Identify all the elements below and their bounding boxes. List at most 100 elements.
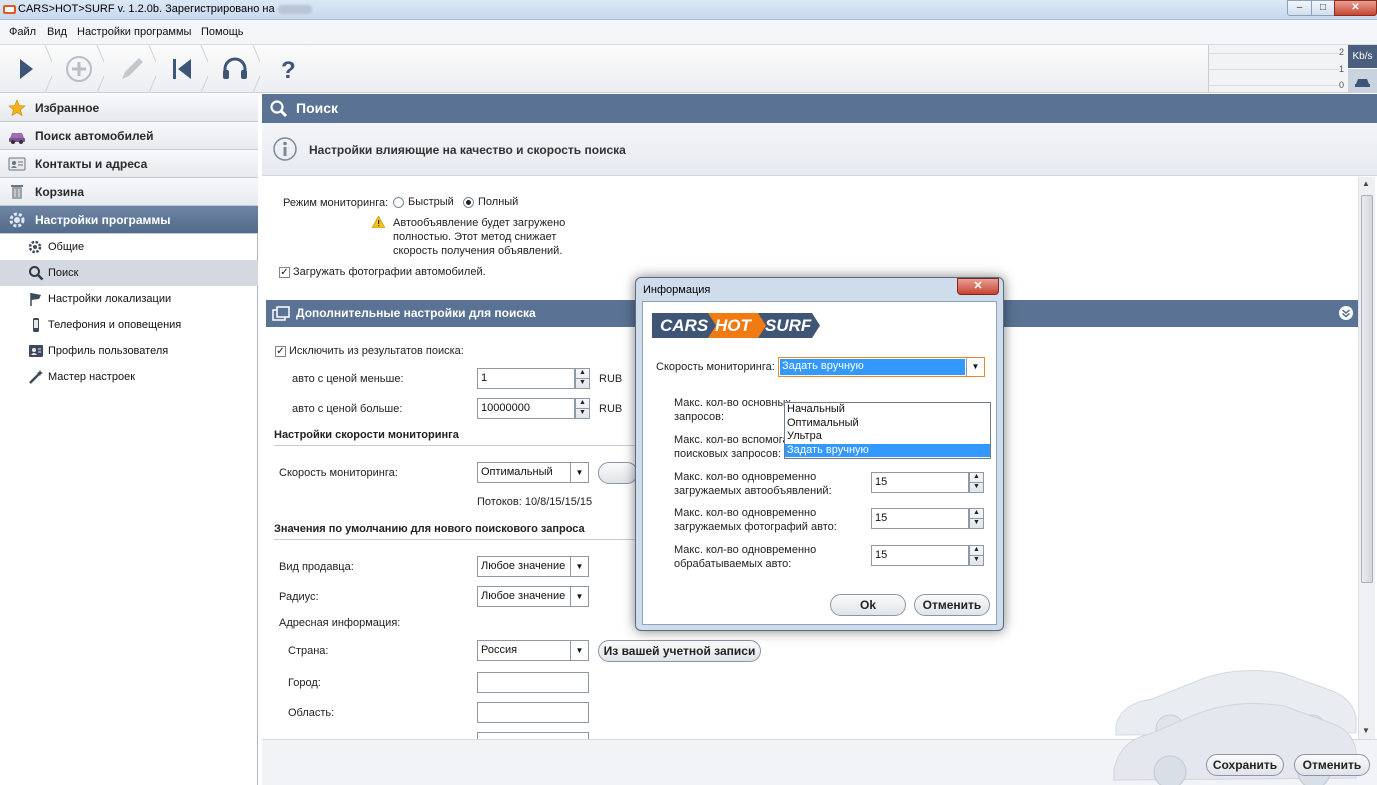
load-photos-label[interactable]: Загружать фотографии автомобилей. (293, 266, 486, 278)
seller-select[interactable]: Любое значение ▼ (477, 556, 589, 577)
speed-details-button[interactable] (598, 462, 638, 484)
sidebar-subitem-label: Настройки локализации (48, 293, 172, 305)
menu-help[interactable]: Помощь (201, 26, 244, 38)
scroll-down-icon[interactable]: ▼ (1362, 726, 1370, 735)
scroll-thumb[interactable] (1361, 195, 1373, 583)
title-bar: CARS>HOT>SURF v. 1.2.0b. Зарегистрирован… (0, 0, 1377, 20)
mode-fast-label[interactable]: Быстрый (408, 196, 454, 208)
sidebar-subitem-general[interactable]: Общие (0, 234, 258, 260)
speed-option-selected[interactable]: Задать вручную (785, 443, 990, 457)
photos-loading-input[interactable]: 15 (871, 508, 969, 529)
sidebar-subitem-profile[interactable]: Профиль пользователя (0, 338, 258, 364)
mode-full-radio[interactable] (463, 197, 474, 208)
price-more-label: авто с ценой больше: (292, 403, 403, 415)
from-account-button[interactable]: Из вашей учетной записи (598, 640, 761, 662)
info-dialog: Информация ✕ CARS HOT SURF Скорость мони… (635, 277, 1004, 631)
add-button[interactable] (52, 45, 104, 93)
radius-select-value: Любое значение (481, 590, 566, 602)
close-button[interactable]: ✕ (1334, 0, 1377, 16)
sidebar-subitem-wizard[interactable]: Мастер настроек (0, 364, 258, 390)
menu-file[interactable]: Файл (9, 26, 36, 38)
sidebar-item-contacts[interactable]: Контакты и адреса (0, 150, 258, 178)
minimize-button[interactable]: – (1287, 0, 1312, 16)
speed-select[interactable]: Оптимальный ▼ (477, 462, 589, 483)
chevron-down-icon: ▼ (570, 587, 588, 606)
sidebar-item-favorites[interactable]: Избранное (0, 94, 258, 122)
sidebar-item-settings[interactable]: Настройки программы (0, 206, 258, 234)
add-icon (66, 45, 104, 93)
speed-option[interactable]: Ультра (785, 430, 990, 444)
ads-loading-input[interactable]: 15 (871, 472, 969, 493)
save-button[interactable]: Сохранить (1206, 754, 1284, 776)
field-label: Макс. кол-во одновременно (674, 507, 817, 519)
sidebar-item-car-search[interactable]: Поиск автомобилей (0, 122, 258, 150)
price-less-input[interactable]: 1 (477, 368, 575, 389)
menu-bar: Файл Вид Настройки программы Помощь (0, 20, 1377, 45)
sidebar-item-label: Поиск автомобилей (35, 129, 154, 143)
svg-text:?: ? (281, 57, 296, 84)
speed-option[interactable]: Начальный (785, 403, 990, 417)
price-less-stepper[interactable]: ▲ ▼ (575, 368, 590, 389)
car-mode-button[interactable] (1348, 69, 1377, 93)
speed-tick: 0 (1338, 80, 1344, 90)
load-photos-checkbox[interactable]: ✓ (279, 267, 290, 278)
dialog-close-button[interactable]: ✕ (957, 278, 999, 295)
field-label: обрабатываемых авто: (674, 558, 792, 570)
mode-fast-radio[interactable] (393, 197, 404, 208)
help-button[interactable]: ? (260, 45, 312, 93)
content-scrollbar[interactable]: ▲ ▼ (1358, 177, 1375, 739)
gears-icon (28, 240, 42, 254)
radius-select[interactable]: Любое значение ▼ (477, 586, 589, 607)
speed-select-value: Оптимальный (481, 466, 553, 478)
windows-icon (272, 306, 290, 321)
field-label: Макс. кол-во одновременно (674, 544, 817, 556)
photos-loading-stepper[interactable]: ▲ ▼ (969, 508, 984, 529)
sidebar-subitem-label: Телефония и оповещения (48, 319, 182, 331)
monitoring-mode-label: Режим мониторинга: (283, 197, 389, 209)
country-label: Страна: (288, 645, 329, 657)
menu-view[interactable]: Вид (47, 26, 67, 38)
info-text: Настройки влияющие на качество и скорост… (309, 143, 626, 157)
dialog-cancel-button[interactable]: Отменить (914, 594, 990, 616)
profile-icon (29, 345, 43, 357)
exclude-label: Исключить из результатов поиска: (289, 345, 464, 357)
support-button[interactable] (208, 45, 260, 93)
country-select[interactable]: Россия ▼ (477, 640, 589, 661)
scroll-up-icon[interactable]: ▲ (1362, 179, 1370, 188)
back-to-start-button[interactable] (156, 45, 208, 93)
cancel-button[interactable]: Отменить (1294, 754, 1370, 776)
sidebar-subitem-label: Профиль пользователя (48, 345, 169, 357)
mode-full-label[interactable]: Полный (478, 196, 518, 208)
sidebar-subitem-localization[interactable]: Настройки локализации (0, 286, 258, 312)
redacted-name (277, 4, 312, 14)
dialog-speed-select[interactable]: Задать вручную ▼ (778, 357, 985, 377)
sidebar-subitem-telephony[interactable]: Телефония и оповещения (0, 312, 258, 338)
sidebar-item-label: Контакты и адреса (35, 157, 148, 171)
star-icon (8, 99, 26, 117)
play-button[interactable] (0, 45, 52, 93)
currency-label: RUB (599, 373, 623, 385)
exclude-checkbox[interactable]: ✓ (275, 346, 286, 357)
price-more-input[interactable]: 10000000 (477, 398, 575, 419)
sidebar-item-trash[interactable]: Корзина (0, 178, 258, 206)
sidebar-subitem-search[interactable]: Поиск (0, 260, 258, 286)
dialog-ok-button[interactable]: Ok (830, 594, 906, 616)
menu-settings[interactable]: Настройки программы (77, 26, 191, 38)
speed-option[interactable]: Оптимальный (785, 417, 990, 431)
cars-processing-input[interactable]: 15 (871, 545, 969, 566)
extra-input[interactable] (477, 732, 589, 739)
ads-loading-stepper[interactable]: ▲ ▼ (969, 472, 984, 493)
maximize-button[interactable]: □ (1311, 0, 1335, 16)
city-input[interactable] (477, 672, 589, 693)
region-label: Область: (288, 707, 335, 719)
speed-section-title: Настройки скорости мониторинга (274, 429, 459, 441)
threads-text: Потоков: 10/8/15/15/15 (477, 496, 593, 508)
warning-line: скорость получения объявлений. (393, 245, 563, 257)
edit-button[interactable] (104, 45, 156, 93)
chevron-down-icon: ▼ (570, 557, 588, 576)
collapse-icon[interactable] (1338, 305, 1354, 321)
price-more-stepper[interactable]: ▲ ▼ (575, 398, 590, 419)
cars-processing-stepper[interactable]: ▲ ▼ (969, 545, 984, 566)
region-input[interactable] (477, 702, 589, 723)
app-icon (3, 5, 16, 14)
